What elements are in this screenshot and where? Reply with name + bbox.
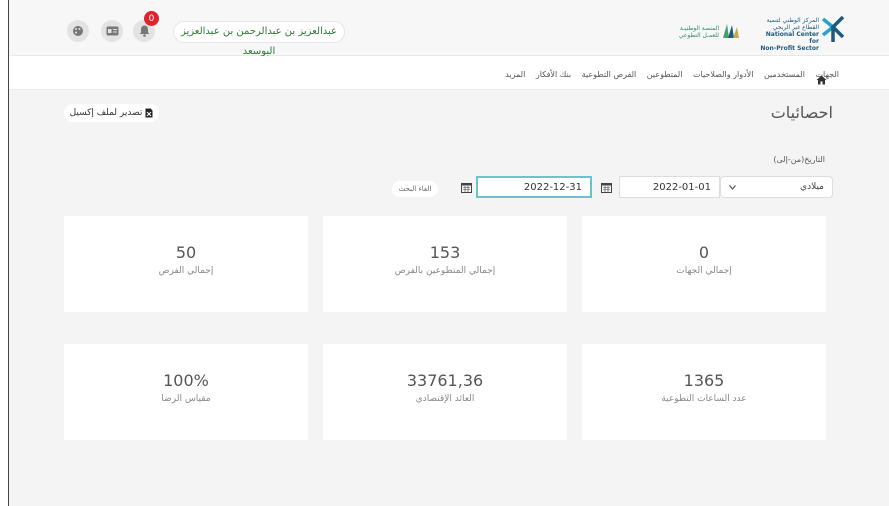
stat-value: 153 bbox=[429, 243, 461, 262]
logo2-line1: المركز الوطني لتنمية bbox=[766, 17, 819, 24]
from-date-value: 2022-01-01 bbox=[652, 181, 711, 193]
app-frame: 0 عبدالعزيز بن عبدالرحمن بن عبدالعزيز ال… bbox=[8, 0, 889, 506]
stat-card-total-entities: 0 إجمالي الجهات bbox=[582, 216, 826, 312]
stat-value: 33761,36 bbox=[406, 371, 484, 390]
from-date-calendar-icon[interactable] bbox=[597, 178, 615, 196]
to-date-value: 2022-12-31 bbox=[523, 181, 582, 193]
date-range-label: التاريخ(من-إلى) bbox=[773, 155, 825, 164]
calendar-type-value: ميلادي bbox=[800, 182, 824, 192]
volunteer-platform-logo: المنصة الوطنيـة للعمـل التطوعي bbox=[669, 20, 744, 42]
nav-item-ideas-bank[interactable]: بنك الأفكار bbox=[536, 70, 571, 79]
nav-item-more[interactable]: المزيد bbox=[505, 70, 525, 79]
stat-card-economic-return: 33761,36 العائد الإقتصادي bbox=[323, 344, 567, 440]
stat-label: عدد الساعات التطوعية bbox=[661, 394, 747, 404]
palette-icon[interactable] bbox=[67, 20, 89, 42]
ncnp-logo: المركز الوطني لتنمية القطاع غير الربحي N… bbox=[757, 13, 847, 52]
user-name[interactable]: عبدالعزيز بن عبدالرحمن بن عبدالعزيز البو… bbox=[173, 21, 345, 57]
cancel-search-button[interactable]: الغاء البحث bbox=[392, 181, 438, 197]
stat-card-total-opportunities: 50 إجمالي الفرص bbox=[64, 216, 308, 312]
stat-label: إجمالي الفرص bbox=[158, 266, 214, 276]
stat-label: إجمالي المتطوعين بالفرص bbox=[394, 266, 496, 276]
notification-badge: 0 bbox=[144, 11, 159, 26]
nav-item-entities[interactable]: الجهات bbox=[816, 70, 839, 79]
nav-item-users[interactable]: المستخدمين bbox=[764, 70, 805, 79]
stat-label: مقياس الرضا bbox=[161, 394, 211, 404]
logo2-line2: القطاع غير الربحي bbox=[772, 24, 819, 31]
top-bar: 0 عبدالعزيز بن عبدالرحمن بن عبدالعزيز ال… bbox=[9, 0, 889, 57]
stat-card-satisfaction: 100% مقياس الرضا bbox=[64, 344, 308, 440]
calendar-type-select[interactable]: ميلادي bbox=[720, 176, 833, 198]
stat-value: 1365 bbox=[683, 371, 725, 390]
to-date-calendar-icon[interactable] bbox=[457, 178, 475, 196]
logo1-line1: المنصة الوطنيـة bbox=[679, 25, 719, 32]
stat-label: إجمالي الجهات bbox=[676, 266, 732, 276]
logo2-line4: Non-Profit Sector bbox=[760, 45, 819, 52]
stat-value: 50 bbox=[175, 243, 197, 262]
stat-card-volunteer-hours: 1365 عدد الساعات التطوعية bbox=[582, 344, 826, 440]
main-nav: الجهات المستخدمين الأدوار والصلاحيات الم… bbox=[497, 70, 839, 79]
chevron-down-icon bbox=[729, 185, 736, 190]
logo1-line2: للعمـل التطوعي bbox=[678, 32, 719, 39]
from-date-input[interactable]: 2022-01-01 bbox=[619, 176, 720, 198]
stat-label: العائد الإقتصادي bbox=[415, 394, 475, 404]
logo2-line3: National Center for bbox=[765, 31, 819, 45]
nav-item-volunteers[interactable]: المتطوعين bbox=[647, 70, 683, 79]
id-card-icon[interactable] bbox=[101, 20, 123, 42]
to-date-input[interactable]: 2022-12-31 bbox=[476, 176, 592, 198]
page-title: احصائيات bbox=[770, 103, 833, 122]
export-excel-button[interactable]: تصدير لملف إكسيل bbox=[64, 104, 159, 122]
stat-card-total-volunteers: 153 إجمالي المتطوعين بالفرص bbox=[323, 216, 567, 312]
stat-value: 0 bbox=[698, 243, 710, 262]
nav-item-roles[interactable]: الأدوار والصلاحيات bbox=[693, 70, 753, 79]
stat-value: 100% bbox=[163, 371, 209, 390]
export-label: تصدير لملف إكسيل bbox=[69, 108, 143, 118]
nav-item-opportunities[interactable]: الفرص التطوعية bbox=[582, 70, 637, 79]
excel-file-icon bbox=[145, 108, 153, 118]
